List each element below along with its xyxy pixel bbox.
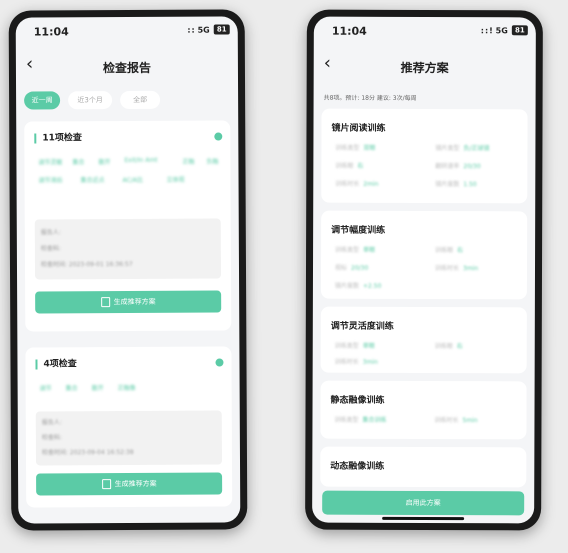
chip: 散开	[98, 159, 111, 167]
chip: 散开	[91, 385, 104, 393]
page-title: 检查报告	[102, 60, 151, 76]
plan-title: 动态融像训练	[330, 461, 385, 472]
network-label: 5G	[197, 25, 210, 35]
document-icon	[100, 297, 110, 308]
chip: 负融	[206, 158, 219, 166]
tab-all[interactable]: 全部	[120, 90, 161, 110]
info-icon[interactable]	[215, 358, 224, 367]
tab-3months[interactable]: 近3个月	[68, 91, 113, 110]
info-reporter: 报告人:	[40, 229, 61, 237]
chip: 集合	[72, 159, 85, 167]
info-department: 检查科:	[40, 245, 61, 253]
chip: 正融像	[117, 384, 136, 393]
nav-bar: ‹ 推荐方案	[314, 47, 536, 84]
status-bar: 11:04 ::! 5G 81	[314, 17, 536, 44]
plan-field: 训练眼右	[335, 162, 364, 170]
home-indicator	[382, 516, 465, 521]
chip: 集合近点	[80, 177, 105, 185]
plan-field: 训练类型 单眼	[335, 246, 376, 254]
chip: 调节滞后	[38, 177, 63, 185]
info-department: 检查科:	[41, 434, 62, 442]
plan-field: 训练类型 双眼	[335, 144, 376, 152]
plan-field: 训练时长 5min	[434, 417, 478, 425]
battery-icon: 81	[511, 25, 528, 36]
tab-week[interactable]: 近一周	[24, 91, 61, 110]
chip: AC/A比	[122, 176, 143, 185]
plan-title: 调节幅度训练	[331, 225, 386, 236]
chip: Exit/In Amt	[124, 156, 158, 165]
phone-report: 11:04 :: 5G 81 ‹ 检查报告 近一周 近3个月 全部 11项检查 …	[8, 9, 248, 531]
report-info: 报告人: 检查科: 检查时间: 2023-09-01 16:36:57	[34, 218, 222, 280]
page-title: 推荐方案	[400, 60, 449, 76]
plan-field: 镜片度数 1.50	[435, 181, 477, 189]
nav-bar: ‹ 检查报告	[16, 46, 238, 83]
plan-field: 训练时长 3min	[434, 265, 479, 273]
signal-icon: ::!	[480, 26, 494, 36]
plan-field: 镜片类型 负/正球镜	[435, 145, 490, 153]
plan-field: 训练类型 集合训练	[334, 416, 387, 424]
plan-field: 翻转速率 20/30	[435, 163, 481, 171]
signal-icon: ::	[187, 25, 196, 35]
plan-field: 训练类型 单眼	[334, 342, 375, 350]
generate-plan-button[interactable]: 生成推荐方案	[36, 472, 223, 496]
generate-plan-label: 生成推荐方案	[113, 297, 156, 307]
plan-field: 训练时长 2min	[335, 180, 379, 188]
chip: 立体视	[166, 176, 185, 184]
chip: 调节灵敏	[38, 159, 63, 167]
card-title: 11项检查	[34, 133, 82, 144]
info-time: 检查时间: 2023-09-04 16:52:38	[41, 448, 134, 457]
network-label: 5G	[495, 26, 508, 36]
status-time: 11:04	[331, 24, 367, 38]
chip: 集合	[65, 385, 78, 393]
plan-card: 静态融像训练 训练类型 集合训练 训练时长 5min	[320, 380, 527, 440]
report-info: 报告人: 检查科: 检查时间: 2023-09-04 16:52:38	[35, 410, 223, 466]
status-time: 11:04	[33, 25, 69, 39]
plan-card: 调节灵活度训练 训练类型 单眼 训练眼右 训练时长 3min	[320, 306, 527, 374]
plan-card: 动态融像训练	[320, 446, 527, 488]
chip: 正融	[182, 158, 195, 166]
plan-title: 静态融像训练	[330, 395, 385, 406]
plan-title: 镜片阅读训练	[331, 123, 386, 134]
info-reporter: 报告人:	[41, 419, 62, 427]
card-title: 4项检查	[35, 359, 77, 370]
plan-title: 调节灵活度训练	[330, 321, 394, 332]
apply-plan-button[interactable]: 启用此方案	[322, 490, 525, 516]
info-time: 检查时间: 2023-09-01 16:36:57	[40, 260, 133, 269]
plan-screen: 11:04 ::! 5G 81 ‹ 推荐方案 共8项。预计: 18分 建议: 3…	[312, 16, 536, 524]
phone-plan: 11:04 ::! 5G 81 ‹ 推荐方案 共8项。预计: 18分 建议: 3…	[305, 9, 543, 531]
plan-field: 训练眼右	[434, 343, 463, 351]
plan-field: 训练时长 3min	[334, 358, 378, 366]
plan-field: 训练眼右	[435, 247, 464, 255]
report-card[interactable]: 11项检查 调节灵敏 集合 散开 Exit/In Amt 正融 负融 调节滞后 …	[24, 120, 232, 332]
generate-plan-label: 生成推荐方案	[114, 479, 157, 489]
document-icon	[101, 479, 111, 490]
report-screen: 11:04 :: 5G 81 ‹ 检查报告 近一周 近3个月 全部 11项检查 …	[15, 16, 241, 524]
plan-field: 镜片度数 +2.50	[334, 282, 382, 290]
battery-icon: 81	[213, 24, 230, 35]
report-card[interactable]: 4项检查 调节 集合 散开 正融像 报告人: 检查科: 检查时间: 2023-0…	[25, 346, 233, 508]
plan-card: 镜片阅读训练 训练类型 双眼 镜片类型 负/正球镜 训练眼右 翻转速率 20/30 训…	[321, 108, 528, 204]
chip: 调节	[39, 385, 52, 393]
plan-card: 调节幅度训练 训练类型 单眼 训练眼右 视标 20/30 训练时长 3min 镜片度数…	[320, 210, 528, 300]
plan-field: 视标 20/30	[334, 264, 369, 272]
info-icon[interactable]	[214, 132, 223, 141]
status-bar: 11:04 :: 5G 81	[16, 16, 238, 43]
generate-plan-button[interactable]: 生成推荐方案	[35, 290, 222, 314]
plan-summary: 共8项。预计: 18分 建议: 3次/每周	[323, 94, 417, 102]
